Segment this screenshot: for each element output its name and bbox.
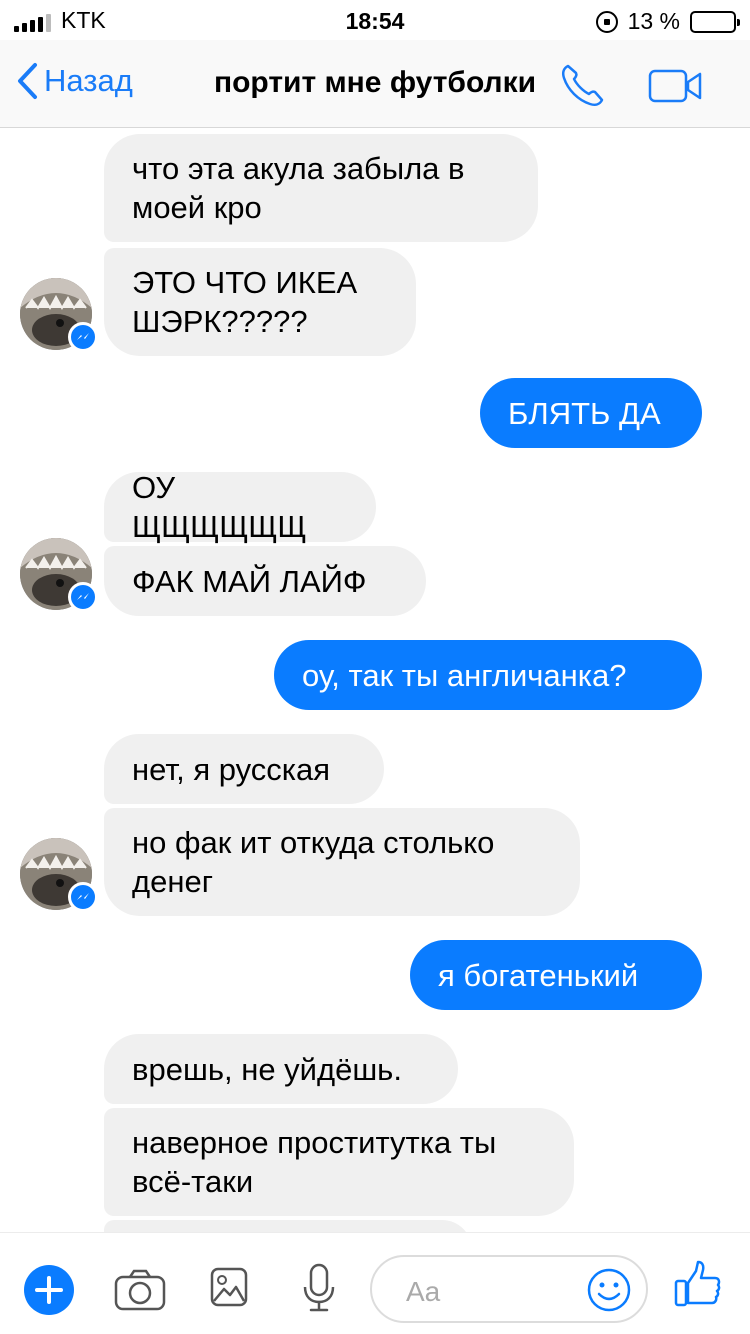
message-text: врешь, не уйдёшь. — [132, 1051, 402, 1087]
battery-icon — [690, 10, 740, 33]
composer-bar: Aa — [0, 1232, 750, 1334]
message-input-placeholder: Aa — [406, 1276, 441, 1307]
message-text: что эта акула забыла в моей кро — [132, 151, 465, 225]
camera-button[interactable] — [114, 1269, 166, 1316]
video-icon — [648, 69, 702, 103]
microphone-icon — [303, 1263, 335, 1312]
thumbs-up-icon — [674, 1260, 721, 1307]
emoji-icon — [587, 1268, 631, 1312]
conversation-title[interactable]: портит мне футболки — [0, 66, 750, 100]
incoming-message[interactable]: что эта акула забыла в моей кро — [104, 134, 538, 242]
message-input[interactable]: Aa — [370, 1255, 648, 1323]
incoming-message[interactable]: ФАК МАЙ ЛАЙФ — [104, 546, 426, 616]
messenger-badge-icon — [68, 582, 98, 612]
voice-button[interactable] — [302, 1263, 336, 1318]
incoming-message[interactable]: ОУ ЩЩЩЩЩЩ — [104, 470, 376, 544]
nav-bar: Назад портит мне футболки — [0, 40, 750, 128]
incoming-message[interactable]: наверное проститутка ты всё-таки — [104, 1108, 574, 1216]
message-text: оу, так ты англичанка? — [302, 657, 627, 693]
emoji-button[interactable] — [586, 1267, 632, 1313]
incoming-message[interactable]: ЭТО ЧТО ИКЕА ШЭРК????? — [104, 248, 416, 356]
status-bar: KTK 18:54 13 % — [0, 0, 750, 40]
incoming-message[interactable]: нет, я русская — [104, 734, 384, 804]
camera-icon — [114, 1269, 166, 1311]
message-text: но фак ит откуда столько денег — [132, 825, 495, 899]
messenger-badge-icon — [68, 882, 98, 912]
video-call-button[interactable] — [648, 68, 704, 104]
outgoing-message[interactable]: оу, так ты англичанка? — [274, 640, 702, 710]
message-text: нет, я русская — [132, 751, 331, 787]
message-text: ОУ ЩЩЩЩЩЩ — [132, 470, 307, 544]
messenger-badge-icon — [68, 322, 98, 352]
plus-icon — [24, 1265, 74, 1315]
incoming-message[interactable]: врешь, не уйдёшь. — [104, 1034, 458, 1104]
like-button[interactable] — [674, 1259, 722, 1314]
message-text: БЛЯТЬ ДА — [508, 395, 661, 431]
image-icon — [210, 1267, 248, 1307]
outgoing-message[interactable]: БЛЯТЬ ДА — [480, 378, 702, 448]
gallery-button[interactable] — [210, 1267, 248, 1312]
incoming-message-partial[interactable] — [104, 1220, 472, 1232]
message-text: наверное проститутка ты всё-таки — [132, 1125, 497, 1199]
battery-percent: 13 % — [627, 8, 680, 34]
outgoing-message[interactable]: я богатенький — [410, 940, 702, 1010]
phone-call-button[interactable] — [558, 60, 608, 110]
more-actions-button[interactable] — [24, 1265, 74, 1320]
message-text: я богатенький — [438, 957, 639, 993]
battery-area: 13 % — [595, 8, 740, 35]
incoming-message[interactable]: но фак ит откуда столько денег — [104, 808, 580, 916]
message-text: ЭТО ЧТО ИКЕА ШЭРК????? — [132, 265, 358, 339]
phone-icon — [561, 64, 604, 107]
message-text: ФАК МАЙ ЛАЙФ — [132, 563, 367, 599]
orientation-lock-icon — [595, 10, 618, 33]
message-thread[interactable]: что эта акула забыла в моей кро ЭТО ЧТО … — [0, 128, 750, 1232]
